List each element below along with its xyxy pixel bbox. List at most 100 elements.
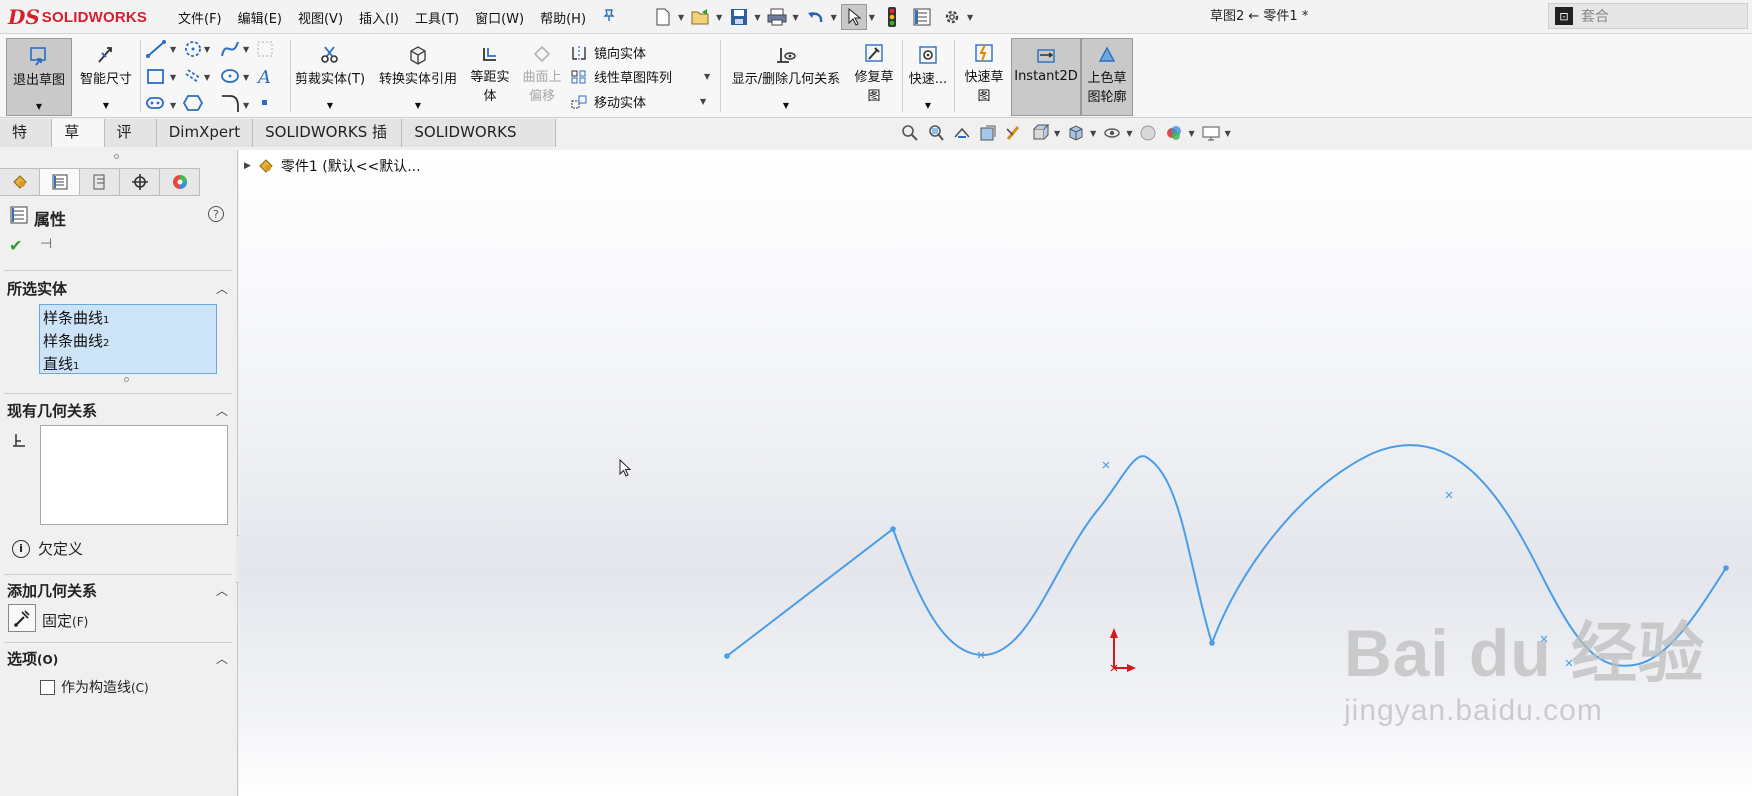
zoom-to-fit-icon[interactable]: [900, 123, 920, 143]
display-delete-relations-button[interactable]: 显示/删除几何关系 ▼: [724, 38, 848, 116]
new-document-icon[interactable]: [650, 4, 676, 30]
hexagon-tool-icon[interactable]: [182, 95, 204, 111]
apply-scene-icon[interactable]: [1164, 123, 1184, 143]
display-manager-tab-icon[interactable]: [160, 168, 200, 196]
list-item[interactable]: 样条曲线2: [43, 331, 213, 354]
hide-show-items-icon[interactable]: [1102, 123, 1122, 143]
dimxpert-manager-tab-icon[interactable]: [120, 168, 160, 196]
menu-edit[interactable]: 编辑(E): [230, 8, 290, 27]
repair-sketch-button[interactable]: 修复草 图: [850, 42, 898, 116]
ellipse-tool-icon[interactable]: ▼: [221, 69, 250, 83]
convert-dropdown-icon[interactable]: ▼: [372, 101, 464, 110]
menu-file[interactable]: 文件(F): [170, 8, 230, 27]
menu-view[interactable]: 视图(V): [290, 8, 351, 27]
convert-entities-button[interactable]: 转换实体引用 ▼: [372, 38, 464, 116]
quick-snaps-button[interactable]: 快速... ▼: [906, 38, 950, 116]
menu-help[interactable]: 帮助(H): [532, 8, 594, 27]
save-dropdown-icon[interactable]: ▼: [754, 13, 760, 22]
relations-dropdown-icon[interactable]: ▼: [724, 101, 848, 110]
zoom-to-area-icon[interactable]: [926, 123, 946, 143]
smart-dimension-dropdown-icon[interactable]: ▼: [74, 101, 138, 110]
slot-tool-icon[interactable]: ▼: [185, 69, 211, 83]
rectangle-tool-icon[interactable]: ▼: [147, 69, 177, 84]
display-style-icon[interactable]: [1066, 123, 1086, 143]
options-gear-icon[interactable]: [939, 4, 965, 30]
list-item[interactable]: 样条曲线1: [43, 308, 213, 331]
previous-view-icon[interactable]: [952, 123, 972, 143]
search-box[interactable]: ⊡ 套合: [1548, 3, 1748, 29]
tab-dimxpert[interactable]: DimXpert: [156, 119, 254, 147]
smart-dimension-button[interactable]: 智能尺寸 ▼: [74, 38, 138, 116]
rapid-sketch-button[interactable]: 快速草 图: [958, 42, 1010, 116]
pattern-dropdown-icon[interactable]: ▼: [704, 72, 710, 81]
undo-dropdown-icon[interactable]: ▼: [831, 13, 837, 22]
property-manager-tab-icon[interactable]: [40, 168, 80, 196]
view-settings-icon[interactable]: [1201, 123, 1221, 143]
feature-manager-tab-icon[interactable]: [0, 168, 40, 196]
spline-point-marker[interactable]: [1102, 461, 1110, 469]
edit-appearance-icon[interactable]: [1138, 123, 1158, 143]
view-orientation-icon[interactable]: [1030, 123, 1050, 143]
exit-sketch-dropdown-icon[interactable]: ▼: [7, 102, 71, 111]
offset-on-surface-button[interactable]: 曲面上 偏移: [516, 44, 568, 116]
tab-addins[interactable]: SOLIDWORKS 插件: [253, 119, 403, 168]
display-style-dropdown-icon[interactable]: ▼: [1090, 129, 1096, 138]
open-document-icon[interactable]: [688, 4, 714, 30]
spline-tool-icon[interactable]: ▼: [221, 41, 250, 57]
options-heading[interactable]: 选项(O): [7, 648, 58, 669]
section-view-icon[interactable]: [978, 123, 998, 143]
spline-endpoint[interactable]: [1723, 565, 1729, 571]
menu-tools[interactable]: 工具(T): [407, 8, 467, 27]
fillet-tool-icon[interactable]: ▼: [222, 95, 250, 112]
file-properties-icon[interactable]: [909, 4, 935, 30]
select-icon[interactable]: [840, 4, 867, 30]
mirror-entities-button[interactable]: 镜向实体: [570, 43, 646, 62]
help-icon[interactable]: ?: [208, 206, 224, 222]
print-icon[interactable]: [764, 4, 790, 30]
search-command-icon[interactable]: ⊡: [1555, 7, 1573, 25]
save-icon[interactable]: [726, 4, 752, 30]
construction-geometry-option[interactable]: 作为构造线(C): [40, 677, 149, 697]
add-relations-heading[interactable]: 添加几何关系: [7, 580, 97, 601]
search-input[interactable]: 套合: [1581, 6, 1609, 26]
tab-mbd[interactable]: SOLIDWORKS MBD: [402, 119, 556, 168]
new-dropdown-icon[interactable]: ▼: [678, 13, 684, 22]
trim-dropdown-icon[interactable]: ▼: [294, 101, 366, 110]
instant2d-button[interactable]: Instant2D: [1011, 38, 1081, 116]
tab-evaluate[interactable]: 评估: [104, 119, 157, 168]
solidworks-logo[interactable]: DS SOLIDWORKS: [8, 4, 147, 30]
list-item[interactable]: 直线1: [43, 354, 213, 377]
construction-checkbox[interactable]: [40, 679, 55, 695]
open-dropdown-icon[interactable]: ▼: [716, 13, 722, 22]
linear-pattern-button[interactable]: 线性草图阵列 ▼: [570, 67, 710, 86]
print-dropdown-icon[interactable]: ▼: [792, 13, 798, 22]
sketch-spline-1[interactable]: [892, 455, 1213, 657]
selected-entities-heading[interactable]: 所选实体: [7, 278, 67, 299]
graphics-area[interactable]: ▶ 零件1 (默认<<默认... Bai du 经验 jingyan.baidu…: [239, 150, 1752, 796]
apply-scene-dropdown-icon[interactable]: ▼: [1188, 129, 1194, 138]
origin-icon[interactable]: [1110, 628, 1136, 672]
spline-endpoint[interactable]: [1209, 640, 1215, 646]
hide-show-dropdown-icon[interactable]: ▼: [1126, 129, 1132, 138]
dynamic-annotation-icon[interactable]: [1004, 123, 1024, 143]
menu-window[interactable]: 窗口(W): [467, 8, 532, 27]
quick-snaps-dropdown-icon[interactable]: ▼: [906, 101, 950, 110]
collapse-chevron-icon[interactable]: ︿: [216, 402, 228, 419]
trim-entities-button[interactable]: 剪裁实体(T) ▼: [294, 38, 366, 116]
collapse-chevron-icon[interactable]: ︿: [216, 582, 228, 599]
view-orientation-dropdown-icon[interactable]: ▼: [1054, 129, 1060, 138]
configuration-manager-tab-icon[interactable]: [80, 168, 120, 196]
undo-icon[interactable]: [803, 4, 829, 30]
plane-tool-icon[interactable]: [257, 41, 273, 57]
select-dropdown-icon[interactable]: ▼: [869, 13, 875, 22]
existing-relations-heading[interactable]: 现有几何关系: [7, 400, 97, 421]
ok-checkmark-icon[interactable]: ✔: [9, 236, 22, 255]
move-dropdown-icon[interactable]: ▼: [700, 97, 706, 106]
spline-endpoint[interactable]: [890, 526, 896, 532]
pushpin-icon[interactable]: ⊣: [40, 236, 52, 252]
options-dropdown-icon[interactable]: ▼: [967, 13, 973, 22]
pin-menu-icon[interactable]: [594, 8, 624, 26]
view-settings-dropdown-icon[interactable]: ▼: [1225, 129, 1231, 138]
collapse-chevron-icon[interactable]: ︿: [216, 280, 228, 297]
tab-sketch[interactable]: 草图: [52, 119, 105, 168]
